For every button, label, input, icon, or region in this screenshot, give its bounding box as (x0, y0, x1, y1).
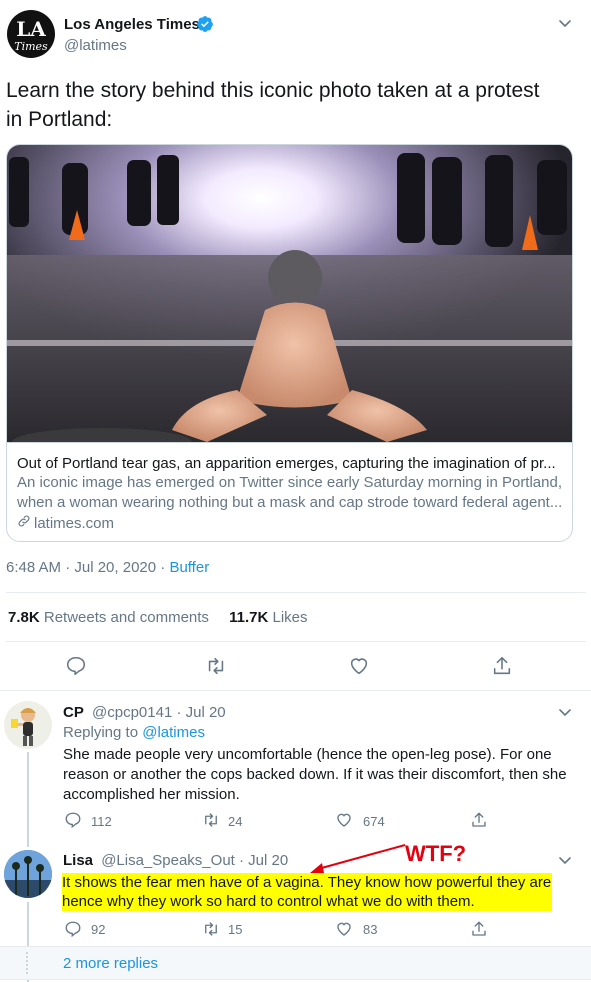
more-replies-link[interactable]: 2 more replies (63, 955, 158, 972)
like-count: 83 (363, 922, 378, 937)
reply-avatar-cp[interactable] (4, 701, 52, 749)
chevron-down-icon[interactable] (557, 852, 573, 868)
reply-icon[interactable] (65, 655, 87, 677)
latimes-avatar[interactable]: LA Times (7, 10, 55, 58)
reply-handle-date[interactable]: @cpcp0141 · Jul 20 (92, 704, 226, 721)
timestamp[interactable]: 6:48 AM · Jul 20, 2020 · (6, 559, 169, 576)
retweet-icon[interactable] (204, 655, 228, 677)
reply-icon[interactable] (64, 920, 82, 938)
timestamp-row: 6:48 AM · Jul 20, 2020 · Buffer (6, 559, 209, 576)
like-icon[interactable] (348, 655, 370, 677)
reply-avatar-lisa[interactable] (4, 850, 52, 898)
reply-header-lisa: Lisa @Lisa_Speaks_Out · Jul 20 (63, 852, 288, 869)
likes-stat[interactable]: 11.7K Likes (229, 609, 307, 626)
reply-icon[interactable] (64, 811, 82, 829)
reply-count: 112 (91, 814, 112, 829)
author-handle[interactable]: @latimes (64, 37, 127, 54)
replying-to-link[interactable]: @latimes (142, 724, 205, 741)
chevron-down-icon[interactable] (557, 704, 573, 720)
tweet-text: Learn the story behind this iconic photo… (6, 79, 540, 131)
reply-text: She made people very uncomfortable (henc… (63, 746, 567, 803)
source-link[interactable]: Buffer (169, 559, 209, 576)
latimes-logo-icon: LA Times (14, 17, 48, 53)
retweet-icon[interactable] (201, 811, 221, 829)
author-name[interactable]: Los Angeles Times (64, 16, 200, 33)
retweet-count: 15 (228, 922, 243, 937)
reply-handle-date[interactable]: @Lisa_Speaks_Out · Jul 20 (101, 852, 288, 869)
link-card[interactable]: Out of Portland tear gas, an apparition … (6, 144, 573, 542)
reply-author-name[interactable]: Lisa (63, 852, 93, 869)
share-icon[interactable] (491, 655, 513, 677)
reply-count: 92 (91, 922, 106, 937)
retweet-count: 24 (228, 814, 243, 829)
reply-text: It shows the fear men have of a vagina. … (62, 873, 552, 911)
retweet-icon[interactable] (201, 920, 221, 938)
card-title: Out of Portland tear gas, an apparition … (17, 455, 556, 472)
share-icon[interactable] (470, 811, 488, 829)
card-domain: latimes.com (34, 514, 115, 532)
reply-header-cp: CP @cpcp0141 · Jul 20 (63, 704, 226, 721)
svg-text:LA: LA (16, 17, 46, 41)
link-icon (17, 514, 31, 532)
more-replies-row[interactable]: 2 more replies (0, 946, 591, 980)
like-icon[interactable] (335, 920, 353, 938)
annotation-text: WTF? (405, 841, 467, 866)
retweets-stat[interactable]: 7.8K Retweets and comments (8, 609, 209, 626)
card-description: An iconic image has emerged on Twitter s… (17, 474, 563, 511)
svg-text:Times: Times (14, 40, 48, 53)
like-count: 674 (363, 814, 385, 829)
card-domain-row: latimes.com (17, 514, 114, 532)
reply-author-name[interactable]: CP (63, 704, 84, 721)
like-icon[interactable] (335, 811, 353, 829)
replying-to: Replying to @latimes (63, 724, 205, 741)
share-icon[interactable] (470, 920, 488, 938)
verified-badge-icon (196, 15, 214, 38)
chevron-down-icon[interactable] (557, 15, 573, 31)
card-image (7, 145, 572, 456)
stats-row: 7.8K Retweets and comments 11.7K Likes (8, 609, 308, 626)
